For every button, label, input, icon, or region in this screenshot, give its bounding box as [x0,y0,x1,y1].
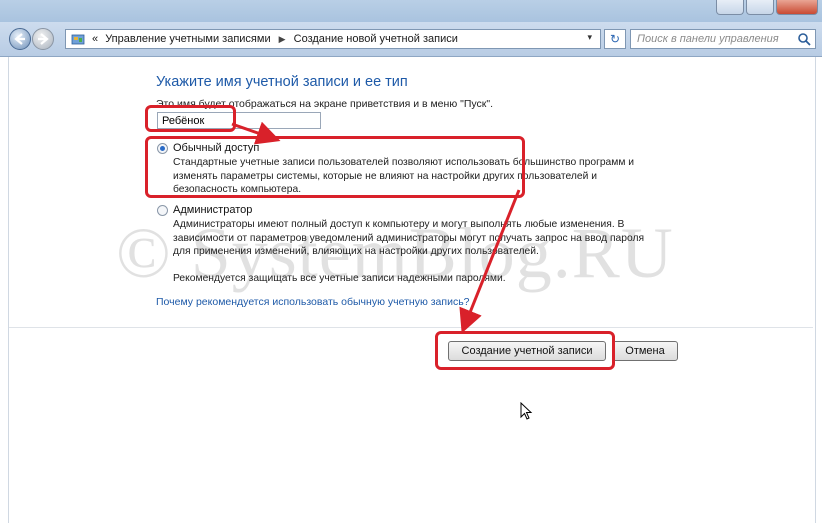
control-panel-window: « Управление учетными записями ▶ Создани… [0,0,822,524]
arrow-to-create-button [459,189,521,334]
arrow-to-standard-option [231,121,281,145]
annotation-arrows [231,121,521,334]
mouse-cursor-icon [520,402,533,420]
